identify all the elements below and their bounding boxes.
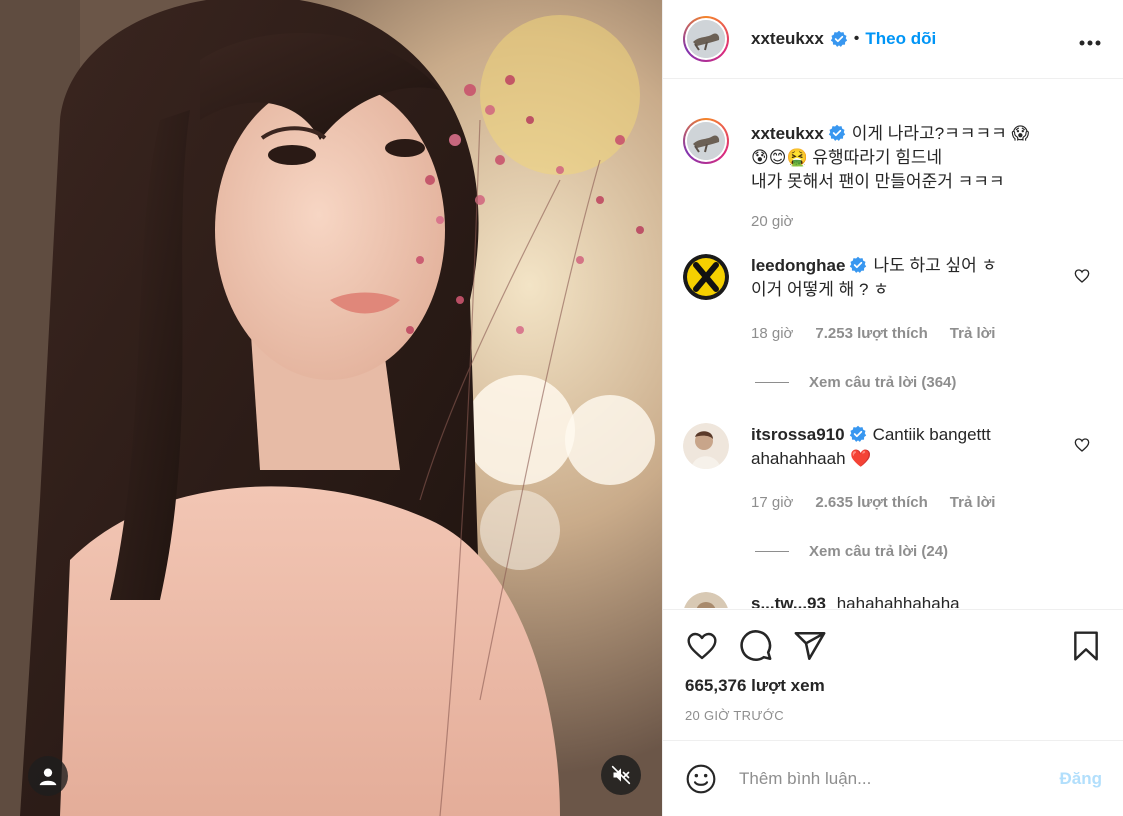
author-username[interactable]: xxteukxx [751, 29, 824, 49]
post-actions: 665,376 lượt xem 20 GIỜ TRƯỚC [663, 609, 1123, 723]
bookmark-icon [1074, 631, 1098, 661]
caption-text-line1: 이게 나라고?ㅋㅋㅋㅋ 😱 [851, 124, 1030, 143]
post-video-frame [0, 0, 662, 816]
commenter-avatar[interactable] [683, 592, 729, 608]
like-comment-button[interactable] [1074, 268, 1090, 289]
replies-divider [755, 382, 789, 383]
header-separator: • [853, 30, 860, 47]
more-options-button[interactable] [1079, 26, 1101, 52]
comment-item: s...tw...93 hahahahhahaha [683, 592, 1104, 608]
smiley-icon [686, 764, 716, 793]
view-count[interactable]: 665,376 lượt xem [685, 676, 1102, 696]
post-comment-button[interactable]: Đăng [1060, 769, 1103, 789]
commenter-avatar[interactable] [683, 423, 729, 469]
avatar-image [683, 254, 729, 300]
caption-time[interactable]: 20 giờ [751, 210, 793, 234]
share-button[interactable] [793, 629, 827, 663]
caption: xxteukxx 이게 나라고?ㅋㅋㅋㅋ 😱 😰😊🤮 유행따라기 힘드네 내가 못… [683, 118, 1104, 234]
caption-avatar[interactable] [683, 118, 729, 164]
post-header: xxteukxx • Theo dõi [663, 0, 1123, 79]
tagged-users-button[interactable] [28, 756, 68, 796]
caption-text-line2: 😰😊🤮 유행따라기 힘드네 [751, 148, 943, 167]
view-replies-button[interactable]: Xem câu trả lời (24) [755, 543, 1104, 560]
comment-text-line1: Cantiik bangettt [872, 425, 991, 444]
like-button[interactable] [685, 630, 719, 662]
more-icon [1079, 40, 1101, 46]
mute-toggle-button[interactable] [601, 755, 641, 795]
save-button[interactable] [1070, 629, 1102, 663]
reply-button[interactable]: Trả lời [950, 491, 996, 515]
post-media[interactable] [0, 0, 662, 816]
caption-text-line3: 내가 못해서 팬이 만들어준거 ㅋㅋㅋ [751, 172, 1005, 191]
verified-badge-icon [850, 256, 867, 273]
post-side-panel: xxteukxx • Theo dõi xxteukxx 이게 나라고?ㅋㅋㅋㅋ… [662, 0, 1123, 816]
comment-button[interactable] [739, 629, 773, 663]
verified-badge-icon [830, 30, 847, 47]
author-avatar[interactable] [683, 16, 729, 62]
comment-time[interactable]: 18 giờ [751, 322, 793, 346]
follow-button[interactable]: Theo dõi [865, 29, 936, 49]
comment-username[interactable]: leedonghae [751, 256, 845, 275]
comment-text-line1: 나도 하고 싶어 ㅎ [873, 256, 998, 275]
avatar-image [684, 592, 728, 608]
heart-outline-icon [1074, 438, 1090, 452]
reply-button[interactable]: Trả lời [950, 322, 996, 346]
caption-username[interactable]: xxteukxx [751, 124, 824, 143]
comment-icon [740, 630, 772, 661]
heart-outline-icon [1074, 269, 1090, 283]
user-icon [39, 768, 57, 786]
add-comment-bar: Đăng [663, 740, 1123, 816]
avatar-image [687, 122, 725, 160]
comment-text-line2: 이거 어떻게 해 ? ㅎ [751, 280, 889, 299]
comments-list[interactable]: xxteukxx 이게 나라고?ㅋㅋㅋㅋ 😱 😰😊🤮 유행따라기 힘드네 내가 못… [663, 80, 1123, 608]
post-time[interactable]: 20 GIỜ TRƯỚC [685, 708, 1102, 723]
avatar-image [683, 423, 729, 469]
commenter-avatar[interactable] [683, 254, 729, 300]
emoji-picker-button[interactable] [685, 763, 717, 795]
heart-icon [687, 632, 717, 660]
comment-time[interactable]: 17 giờ [751, 491, 793, 515]
avatar-image [687, 20, 725, 58]
comment-text-line2: ahahahhaah ❤️ [751, 449, 872, 468]
comment-item: leedonghae 나도 하고 싶어 ㅎ 이거 어떻게 해 ? ㅎ 18 giờ… [683, 254, 1104, 346]
comment-input[interactable] [739, 768, 1060, 789]
comment-item: itsrossa910 Cantiik bangettt ahahahhaah ❤… [683, 423, 1104, 515]
action-icons-row [685, 610, 1102, 682]
verified-badge-icon [828, 124, 845, 141]
comment-username[interactable]: s...tw...93 [751, 594, 826, 608]
share-icon [794, 631, 826, 661]
comment-text-line1: hahahahhahaha [836, 594, 960, 608]
speaker-muted-icon [611, 765, 631, 785]
replies-divider [755, 551, 789, 552]
comment-likes[interactable]: 2.635 lượt thích [815, 491, 927, 515]
view-replies-label: Xem câu trả lời (24) [809, 543, 949, 560]
view-replies-button[interactable]: Xem câu trả lời (364) [755, 374, 1104, 391]
like-comment-button[interactable] [1074, 437, 1090, 458]
verified-badge-icon [849, 425, 866, 442]
comment-username[interactable]: itsrossa910 [751, 425, 845, 444]
view-replies-label: Xem câu trả lời (364) [809, 374, 957, 391]
comment-likes[interactable]: 7.253 lượt thích [815, 322, 927, 346]
